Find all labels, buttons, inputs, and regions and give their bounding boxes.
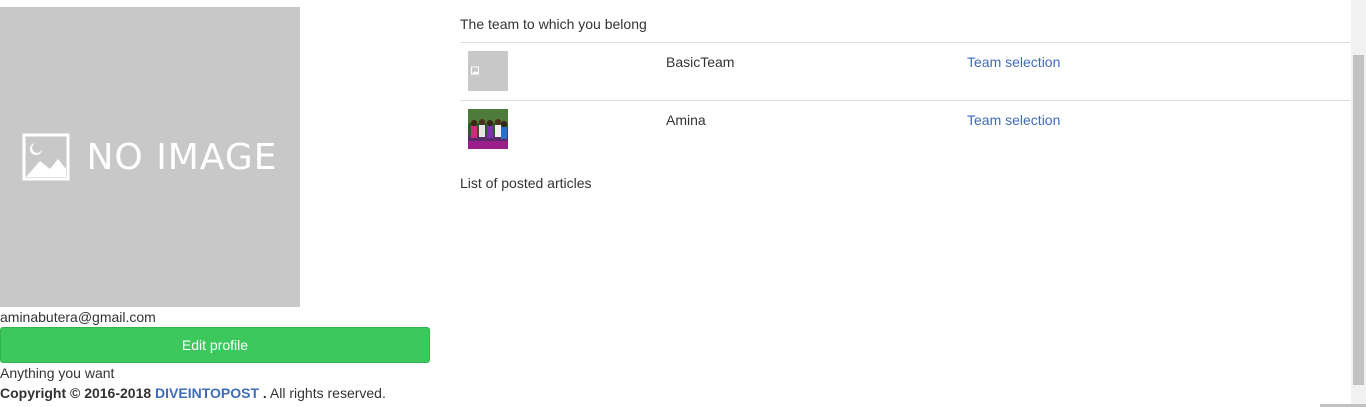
team-thumbnail — [468, 109, 508, 149]
team-row: BasicTeam Team selection — [460, 42, 1350, 100]
team-name: BasicTeam — [666, 54, 735, 70]
rights-text: All rights reserved. — [266, 385, 386, 401]
brand-suffix: . — [259, 385, 267, 401]
vertical-scrollbar[interactable] — [1351, 0, 1366, 407]
copyright-footer: Copyright © 2016-2018 DIVEINTOPOST . All… — [0, 385, 386, 401]
articles-heading: List of posted articles — [460, 175, 592, 191]
teams-heading: The team to which you belong — [460, 16, 647, 32]
team-row: Amina Team selection — [460, 100, 1350, 158]
edit-profile-button[interactable]: Edit profile — [0, 327, 430, 363]
team-selection-link[interactable]: Team selection — [967, 54, 1060, 70]
image-icon — [22, 133, 70, 181]
profile-page: NO IMAGE aminabutera@gmail.com Edit prof… — [0, 0, 1366, 407]
team-thumbnail — [468, 51, 508, 91]
no-image-placeholder: NO IMAGE — [22, 133, 277, 181]
team-name: Amina — [666, 112, 706, 128]
user-bio: Anything you want — [0, 365, 115, 381]
team-selection-link[interactable]: Team selection — [967, 112, 1060, 128]
no-image-label: NO IMAGE — [86, 136, 278, 178]
brand-link[interactable]: DIVEINTOPOST — [155, 385, 259, 401]
group-photo-icon — [468, 109, 508, 149]
image-icon — [471, 66, 479, 75]
profile-avatar: NO IMAGE — [0, 7, 300, 307]
copyright-prefix: Copyright © 2016-2018 — [0, 385, 152, 401]
scrollbar-thumb[interactable] — [1353, 55, 1364, 385]
user-email: aminabutera@gmail.com — [0, 309, 156, 325]
team-table: BasicTeam Team selection Amina Team sele… — [460, 42, 1350, 158]
